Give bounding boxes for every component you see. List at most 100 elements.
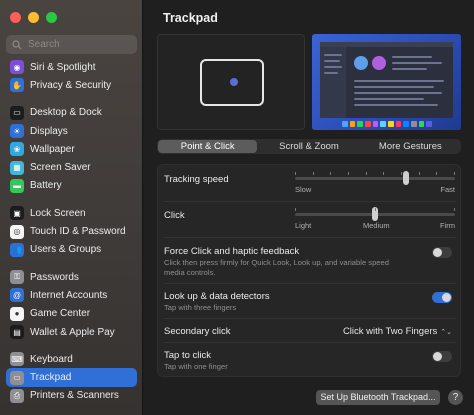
tab-point-click[interactable]: Point & Click xyxy=(158,140,258,153)
sidebar-item-label: Keyboard xyxy=(30,353,73,365)
gesture-video-preview xyxy=(312,34,461,130)
sidebar-item-label: Desktop & Dock xyxy=(30,107,102,119)
dock-icon: ▭ xyxy=(10,105,24,120)
sidebar-item-label: Printers & Scanners xyxy=(30,390,119,402)
zoom-window-button[interactable] xyxy=(46,12,57,23)
trackpad-icon xyxy=(200,59,264,106)
sidebar-item-users-groups[interactable]: 👥 Users & Groups xyxy=(6,241,137,259)
printer-icon: ⎙ xyxy=(10,388,24,403)
window-controls xyxy=(10,12,57,23)
search-input[interactable] xyxy=(28,39,128,50)
key-icon: ⚿ xyxy=(10,270,24,285)
divider xyxy=(164,201,456,202)
keyboard-icon: ⌨ xyxy=(10,352,24,367)
fingerprint-icon: ◎ xyxy=(10,224,24,239)
sidebar-nav: ◉ Siri & Spotlight ✋ Privacy & Security ▭ Des… xyxy=(6,58,137,405)
sidebar-item-label: Siri & Spotlight xyxy=(30,61,96,73)
chevron-updown-icon: ⌃⌄ xyxy=(440,328,452,336)
sidebar-item-label: Screen Saver xyxy=(30,162,91,174)
tap-to-click-label: Tap to click xyxy=(164,350,211,361)
sidebar-item-wallet-apple-pay[interactable]: ▤ Wallet & Apple Pay xyxy=(6,323,137,341)
divider xyxy=(164,318,456,319)
tracking-slow-label: Slow xyxy=(295,185,312,194)
sidebar-item-siri-spotlight[interactable]: ◉ Siri & Spotlight xyxy=(6,58,137,76)
sidebar-item-wallpaper[interactable]: ❀ Wallpaper xyxy=(6,140,137,158)
sidebar-item-label: Privacy & Security xyxy=(30,79,112,91)
sidebar-item-label: Touch ID & Password xyxy=(30,226,126,238)
sidebar: ◉ Siri & Spotlight ✋ Privacy & Security ▭ Des… xyxy=(0,0,143,415)
gamecenter-icon: ● xyxy=(10,306,24,321)
click-firm-label: Firm xyxy=(440,221,455,230)
users-icon: 👥 xyxy=(10,242,24,257)
tracking-speed-knob[interactable] xyxy=(403,171,409,185)
click-pressure-slider[interactable]: Light Medium Firm xyxy=(295,203,455,230)
click-medium-label: Medium xyxy=(363,221,390,230)
sidebar-item-game-center[interactable]: ● Game Center xyxy=(6,305,137,323)
minimize-window-button[interactable] xyxy=(28,12,39,23)
sidebar-item-lock-screen[interactable]: ▣ Lock Screen xyxy=(6,204,137,222)
page-title: Trackpad xyxy=(163,11,218,25)
preview-dock xyxy=(342,121,433,127)
at-icon: @ xyxy=(10,288,24,303)
click-label: Click xyxy=(164,210,185,221)
tap-to-click-description: Tap with one finger xyxy=(164,362,228,371)
sidebar-item-internet-accounts[interactable]: @ Internet Accounts xyxy=(6,286,137,304)
sidebar-item-privacy-security[interactable]: ✋ Privacy & Security xyxy=(6,76,137,94)
sidebar-item-touch-id-password[interactable]: ◎ Touch ID & Password xyxy=(6,222,137,240)
preview-window xyxy=(320,42,453,118)
wallet-icon: ▤ xyxy=(10,325,24,339)
touch-point-icon xyxy=(230,78,238,86)
divider xyxy=(164,283,456,284)
sidebar-item-label: Battery xyxy=(30,180,62,192)
secondary-click-label: Secondary click xyxy=(164,326,231,337)
tab-scroll-zoom[interactable]: Scroll & Zoom xyxy=(259,140,358,153)
sidebar-item-passwords[interactable]: ⚿ Passwords xyxy=(6,268,137,286)
wallpaper-icon: ❀ xyxy=(10,142,24,157)
setup-bluetooth-trackpad-button[interactable]: Set Up Bluetooth Trackpad... xyxy=(316,390,440,405)
divider xyxy=(164,237,456,238)
sidebar-item-screen-saver[interactable]: ▦ Screen Saver xyxy=(6,158,137,176)
sidebar-item-label: Displays xyxy=(30,125,68,137)
battery-icon: ▬ xyxy=(10,178,24,193)
sidebar-item-label: Game Center xyxy=(30,308,91,320)
sidebar-item-trackpad[interactable]: ▭ Trackpad xyxy=(6,368,137,387)
secondary-click-value: Click with Two Fingers xyxy=(342,326,438,337)
trackpad-preview xyxy=(157,34,305,130)
secondary-click-select[interactable]: Click with Two Fingers ⌃⌄ xyxy=(343,326,452,337)
click-light-label: Light xyxy=(295,221,312,230)
sidebar-item-displays[interactable]: ☀ Displays xyxy=(6,122,137,140)
tracking-fast-label: Fast xyxy=(440,185,455,194)
sidebar-item-label: Lock Screen xyxy=(30,207,86,219)
force-click-toggle[interactable] xyxy=(432,247,452,258)
sidebar-item-label: Trackpad xyxy=(30,372,72,384)
sidebar-item-printers-scanners[interactable]: ⎙ Printers & Scanners xyxy=(6,387,137,405)
trackpad-icon: ▭ xyxy=(10,370,24,385)
screensaver-icon: ▦ xyxy=(10,160,24,175)
lookup-description: Tap with three fingers xyxy=(164,303,237,312)
sidebar-item-keyboard[interactable]: ⌨ Keyboard xyxy=(6,350,137,368)
tab-bar: Point & Click Scroll & Zoom More Gesture… xyxy=(157,139,461,154)
force-click-description: Click then press firmly for Quick Look, … xyxy=(164,258,389,277)
hand-icon: ✋ xyxy=(10,78,24,93)
siri-icon: ◉ xyxy=(10,60,24,75)
lock-icon: ▣ xyxy=(10,206,24,221)
divider xyxy=(164,342,456,343)
lookup-label: Look up & data detectors xyxy=(164,291,270,302)
settings-panel: Tracking speed Slow Fast Click Light Med… xyxy=(157,164,461,377)
close-window-button[interactable] xyxy=(10,12,21,23)
sidebar-item-label: Users & Groups xyxy=(30,244,102,256)
main-pane: Trackpad Point & Click Scroll & Zoom Mor… xyxy=(144,0,474,415)
sidebar-item-battery[interactable]: ▬ Battery xyxy=(6,177,137,195)
help-button[interactable]: ? xyxy=(448,390,463,405)
tap-to-click-toggle[interactable] xyxy=(432,351,452,362)
tracking-speed-slider[interactable]: Slow Fast xyxy=(295,167,455,194)
tracking-speed-label: Tracking speed xyxy=(164,174,229,185)
tab-more-gestures[interactable]: More Gestures xyxy=(361,140,460,153)
sidebar-item-label: Wallpaper xyxy=(30,143,75,155)
search-field[interactable] xyxy=(6,35,137,54)
sidebar-item-desktop-dock[interactable]: ▭ Desktop & Dock xyxy=(6,104,137,122)
force-click-label: Force Click and haptic feedback xyxy=(164,246,300,257)
search-icon xyxy=(12,39,22,49)
sidebar-item-label: Passwords xyxy=(30,271,79,283)
lookup-toggle[interactable] xyxy=(432,292,452,303)
